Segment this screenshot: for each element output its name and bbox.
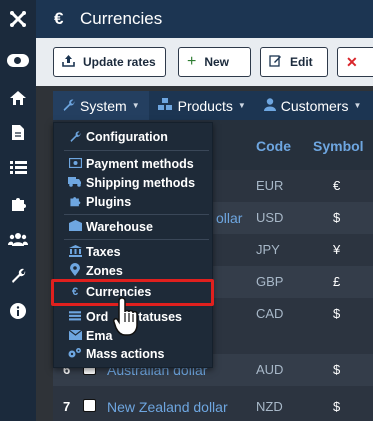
wrench-icon — [68, 130, 82, 145]
row-code: USD — [256, 210, 284, 225]
menu-item-mass-actions[interactable]: Mass actions — [54, 345, 214, 363]
row-code: NZD — [256, 399, 283, 414]
new-label: New — [204, 55, 230, 69]
menu-item-plugins[interactable]: Plugins — [54, 193, 214, 211]
page-header: € Currencies — [36, 0, 373, 38]
update-rates-button[interactable]: Update rates — [53, 47, 166, 77]
divider — [64, 150, 209, 151]
toggle-icon[interactable] — [7, 54, 29, 67]
truck-icon — [68, 176, 82, 190]
new-button[interactable]: + New — [178, 47, 251, 77]
menu-item-configuration[interactable]: Configuration — [54, 128, 214, 146]
menu-item-label: Taxes — [86, 245, 121, 259]
row-code: EUR — [256, 178, 284, 193]
divider — [64, 239, 209, 240]
menu-item-label: Zones — [86, 264, 123, 278]
row-name[interactable]: ollar — [216, 210, 242, 226]
envelope-icon — [68, 329, 82, 343]
chevron-down-icon: ▼ — [237, 101, 246, 110]
menu-item-label: Shipping methods — [86, 176, 196, 190]
users-icon[interactable] — [8, 229, 28, 249]
menu-customers[interactable]: Customers ▼ — [255, 91, 371, 120]
warehouse-icon — [68, 220, 82, 234]
column-code[interactable]: Code — [256, 138, 291, 154]
divider — [64, 214, 209, 215]
menu-products[interactable]: Products ▼ — [149, 91, 255, 120]
euro-icon: € — [54, 9, 64, 28]
row-symbol: € — [333, 178, 341, 193]
menu-item-label: Warehouse — [86, 220, 153, 234]
row-symbol: ¥ — [333, 242, 341, 257]
plus-icon: + — [187, 53, 197, 70]
cogs-icon — [68, 347, 82, 362]
row-code: CAD — [256, 306, 284, 321]
menu-item-label: Plugins — [86, 195, 132, 209]
menu-item-zones[interactable]: Zones — [54, 262, 214, 280]
delete-button[interactable]: ✕ — [337, 47, 373, 77]
map-pin-icon — [68, 263, 82, 279]
row-symbol: $ — [333, 399, 341, 414]
left-rail — [0, 0, 36, 421]
menu-item-warehouse[interactable]: Warehouse — [54, 218, 214, 236]
home-icon[interactable] — [8, 88, 28, 108]
bank-icon — [68, 244, 82, 260]
menu-item-shipping-methods[interactable]: Shipping methods — [54, 174, 214, 192]
row-symbol: $ — [333, 362, 341, 377]
document-icon[interactable] — [8, 122, 28, 142]
money-icon — [68, 157, 82, 171]
puzzle-icon[interactable] — [8, 193, 28, 213]
list-icon — [68, 310, 82, 324]
menu-item-payment-methods[interactable]: Payment methods — [54, 155, 214, 173]
upload-icon — [62, 54, 75, 70]
toolbar: Update rates + New Edit ✕ — [36, 38, 373, 86]
menu-item-label: Ema — [86, 329, 113, 343]
menu-products-label: Products — [177, 97, 233, 114]
user-icon — [263, 97, 276, 114]
menu-item-label: Configuration — [86, 130, 168, 144]
row-symbol: $ — [333, 306, 341, 321]
menu-system[interactable]: System ▼ — [53, 91, 149, 120]
edit-button[interactable]: Edit — [260, 47, 328, 77]
row-code: AUD — [256, 362, 284, 377]
row-code: JPY — [256, 242, 280, 257]
close-icon: ✕ — [346, 53, 358, 70]
main-menubar: System ▼ Products ▼ Customers ▼ — [53, 91, 373, 120]
row-symbol: $ — [333, 210, 341, 225]
hand-cursor-icon — [113, 296, 143, 338]
column-symbol[interactable]: Symbol — [313, 138, 364, 154]
joomla-icon[interactable] — [8, 9, 28, 29]
wrench-icon[interactable] — [8, 265, 28, 285]
edit-icon — [269, 54, 282, 70]
menu-item-label: Mass actions — [86, 347, 165, 361]
puzzle-icon — [68, 195, 82, 210]
cubes-icon — [157, 97, 173, 114]
row-number: 7 — [63, 399, 71, 414]
chevron-down-icon: ▼ — [353, 101, 362, 110]
menu-item-label-tail: tatuses — [138, 310, 183, 324]
row-symbol: £ — [333, 274, 341, 289]
row-name[interactable]: New Zealand dollar — [107, 399, 228, 415]
menu-customers-label: Customers — [280, 97, 349, 114]
menu-item-taxes[interactable]: Taxes — [54, 243, 214, 261]
menu-item-label: Ord — [86, 310, 109, 324]
menu-item-label: Payment methods — [86, 157, 194, 171]
update-rates-label: Update rates — [83, 55, 156, 69]
table-row[interactable]: 7 New Zealand dollar NZD $ — [53, 391, 373, 421]
info-icon[interactable] — [8, 301, 28, 321]
wrench-icon — [62, 98, 75, 114]
page-title: Currencies — [80, 9, 163, 28]
chevron-down-icon: ▼ — [131, 101, 140, 110]
edit-label: Edit — [290, 55, 313, 69]
row-code: GBP — [256, 274, 284, 289]
list-icon[interactable] — [8, 157, 28, 177]
menu-system-label: System — [80, 97, 127, 114]
row-checkbox[interactable] — [83, 399, 96, 412]
